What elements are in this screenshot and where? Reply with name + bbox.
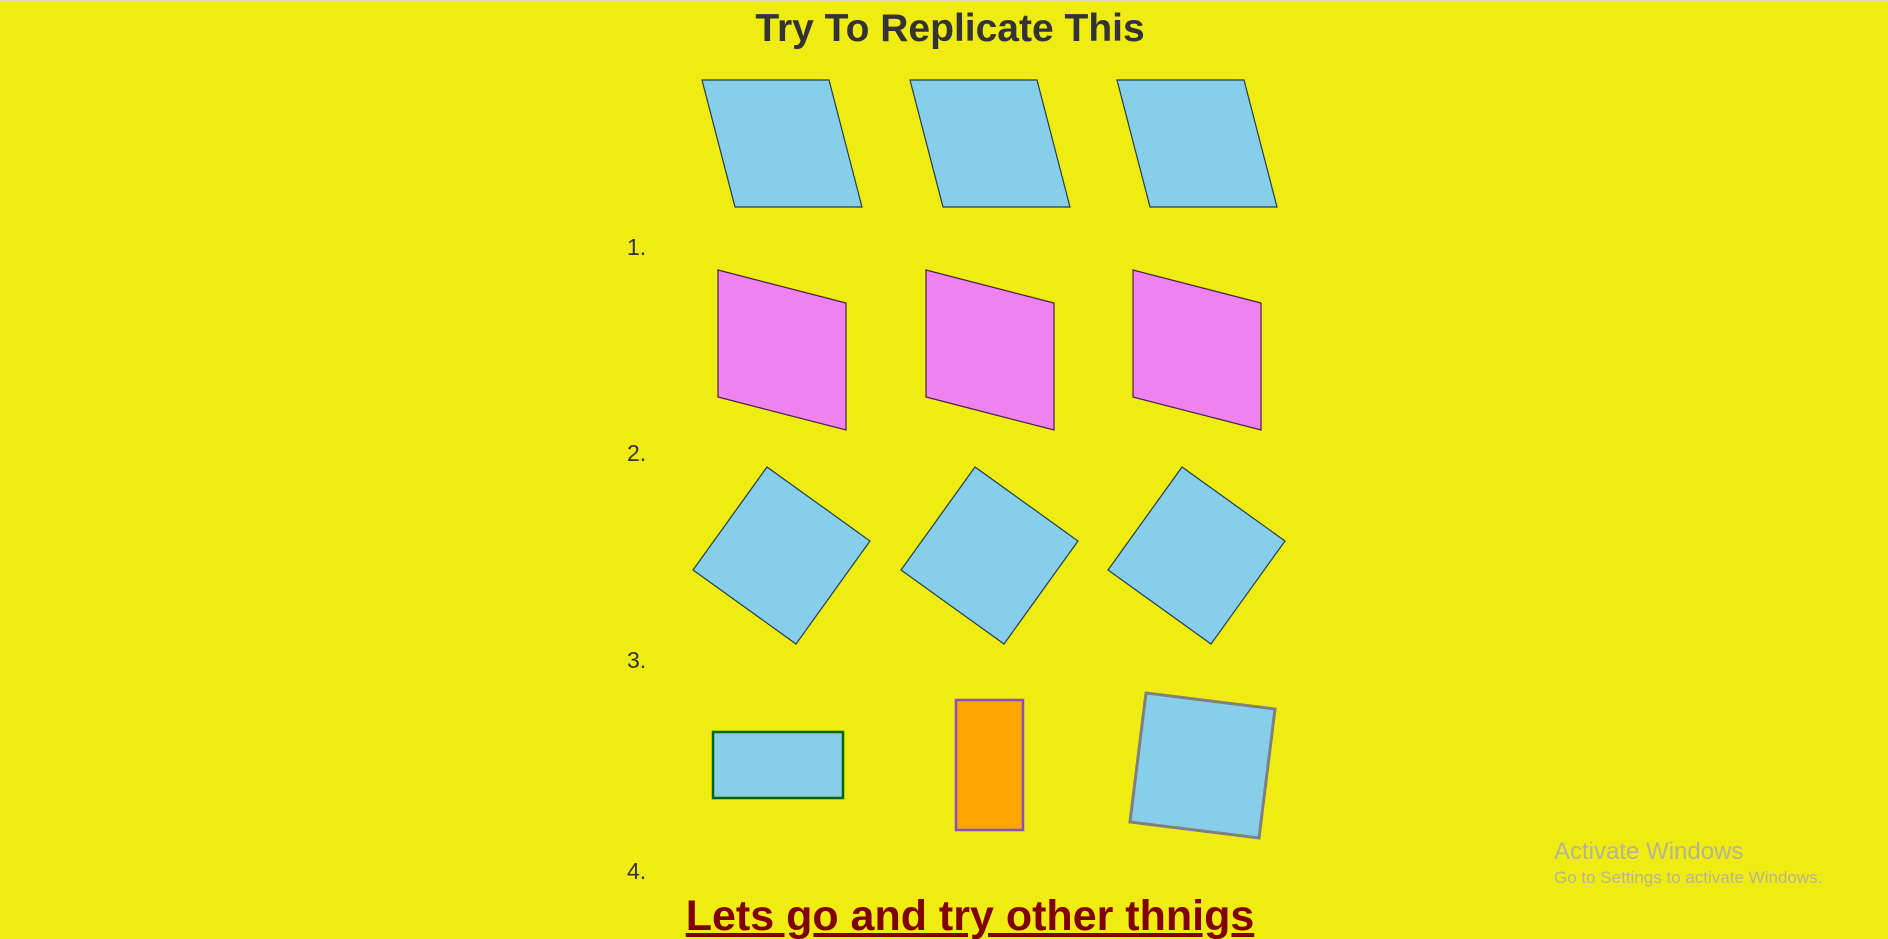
row-2-shape-3: [1132, 269, 1262, 431]
watermark-subtitle: Go to Settings to activate Windows.: [1554, 868, 1823, 887]
try-other-things-link[interactable]: Lets go and try other thnigs: [0, 888, 1888, 939]
row-3-shape-3: [1107, 466, 1286, 645]
row-4-tilted-square: [1128, 691, 1277, 840]
row-1-shape-1: [701, 79, 863, 208]
row-1-shape-3: [1116, 79, 1278, 208]
row-2-skewed-violet: [717, 269, 1262, 431]
row-4-boxes: [711, 691, 1277, 840]
watermark-title: Activate Windows: [1554, 838, 1744, 865]
row-1-shape-2: [909, 79, 1071, 208]
row-2-shape-2: [925, 269, 1055, 431]
windows-activation-watermark: Activate Windows Go to Settings to activ…: [1554, 837, 1822, 889]
list-marker-2: 2.: [627, 440, 647, 466]
row-2-shape-1: [717, 269, 847, 431]
row-4-tall-orange-rectangle: [954, 698, 1025, 832]
list-marker-1: 1.: [627, 234, 647, 260]
row-4-wide-rectangle: [711, 730, 845, 800]
row-3-rotated-squares: [692, 466, 1286, 645]
list-marker-3: 3.: [627, 647, 647, 673]
shape-gallery: [692, 79, 1286, 840]
list-marker-4: 4.: [627, 858, 647, 884]
row-3-shape-2: [900, 466, 1079, 645]
row-3-shape-1: [692, 466, 871, 645]
row-1-skewed-parallelograms: [701, 79, 1278, 208]
